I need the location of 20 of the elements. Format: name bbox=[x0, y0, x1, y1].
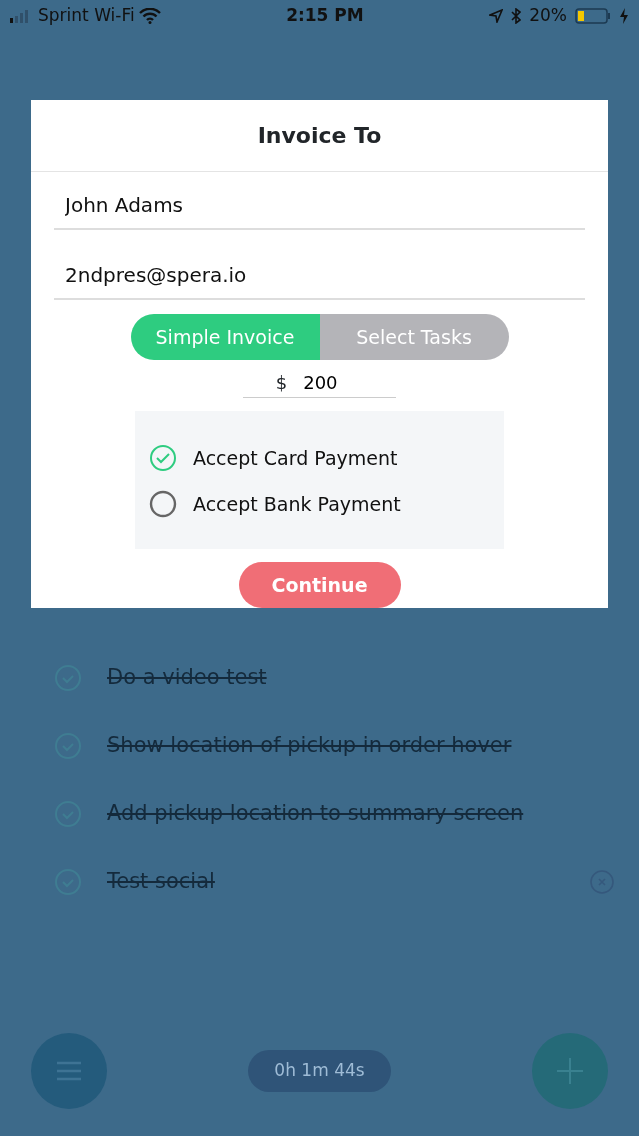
timer-pill: 0h 1m 44s bbox=[248, 1050, 391, 1092]
wifi-icon bbox=[138, 8, 161, 24]
currency-symbol: $ bbox=[275, 371, 288, 395]
battery-percent: 20% bbox=[529, 4, 567, 28]
carrier-name: Sprint Wi-Fi bbox=[38, 4, 135, 28]
menu-icon bbox=[56, 1061, 82, 1081]
charging-bolt-icon bbox=[619, 8, 629, 24]
task-text: Test social bbox=[107, 868, 216, 896]
battery-icon bbox=[575, 8, 611, 24]
bluetooth-icon bbox=[511, 8, 522, 24]
task-text: Add pickup location to summary screen bbox=[107, 800, 525, 828]
location-arrow-icon bbox=[489, 9, 504, 23]
plus-icon bbox=[556, 1057, 584, 1085]
payment-option[interactable]: Accept Card Payment bbox=[149, 435, 490, 481]
email-field[interactable]: 2ndpres@spera.io bbox=[54, 230, 585, 300]
payment-option[interactable]: Accept Bank Payment bbox=[149, 481, 490, 527]
clock-time: 2:15 PM bbox=[286, 4, 364, 28]
dialog-title: Invoice To bbox=[257, 122, 382, 150]
task-text: Show location of pickup in order hover bbox=[107, 732, 513, 760]
task-text: Do a video test bbox=[107, 664, 268, 692]
